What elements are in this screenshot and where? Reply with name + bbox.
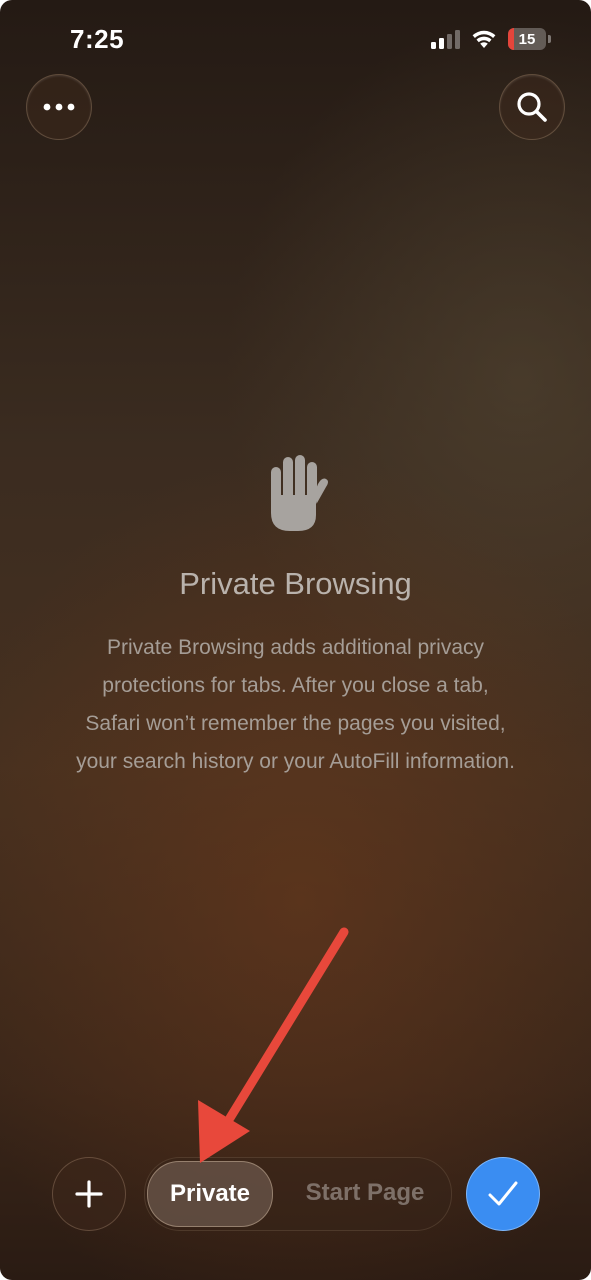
new-tab-button[interactable] (52, 1157, 126, 1231)
tab-group-switcher: Private Start Page (144, 1157, 452, 1231)
description-line: Private Browsing adds additional privacy (106, 636, 485, 659)
cellular-signal-icon (431, 30, 460, 49)
status-time: 7:25 (70, 24, 125, 54)
tab-private[interactable]: Private (147, 1161, 273, 1227)
raised-hand-icon (271, 455, 328, 531)
ellipsis-icon (43, 103, 75, 111)
battery-tip (548, 35, 551, 43)
battery-icon: 15 (508, 28, 546, 50)
tab-start-page[interactable]: Start Page (285, 1161, 445, 1225)
plus-icon (75, 1180, 103, 1208)
description-line: protections for tabs. After you close a … (102, 674, 489, 697)
description-line: Safari won’t remember the pages you visi… (85, 712, 506, 735)
description-line: your search history or your AutoFill inf… (76, 750, 515, 773)
safari-private-browsing-screen: 7:25 15 Private Browsing Private Browsin… (0, 0, 591, 1280)
done-button[interactable] (466, 1157, 540, 1231)
status-icons: 15 (430, 28, 551, 50)
checkmark-icon (488, 1181, 518, 1206)
battery-level: 15 (518, 30, 536, 48)
more-options-button[interactable] (26, 74, 92, 140)
private-browsing-description: Private Browsing adds additional privacy… (40, 629, 551, 781)
search-tabs-button[interactable] (499, 74, 565, 140)
wifi-icon (472, 30, 496, 48)
private-browsing-title: Private Browsing (179, 566, 412, 601)
search-icon (517, 92, 547, 122)
